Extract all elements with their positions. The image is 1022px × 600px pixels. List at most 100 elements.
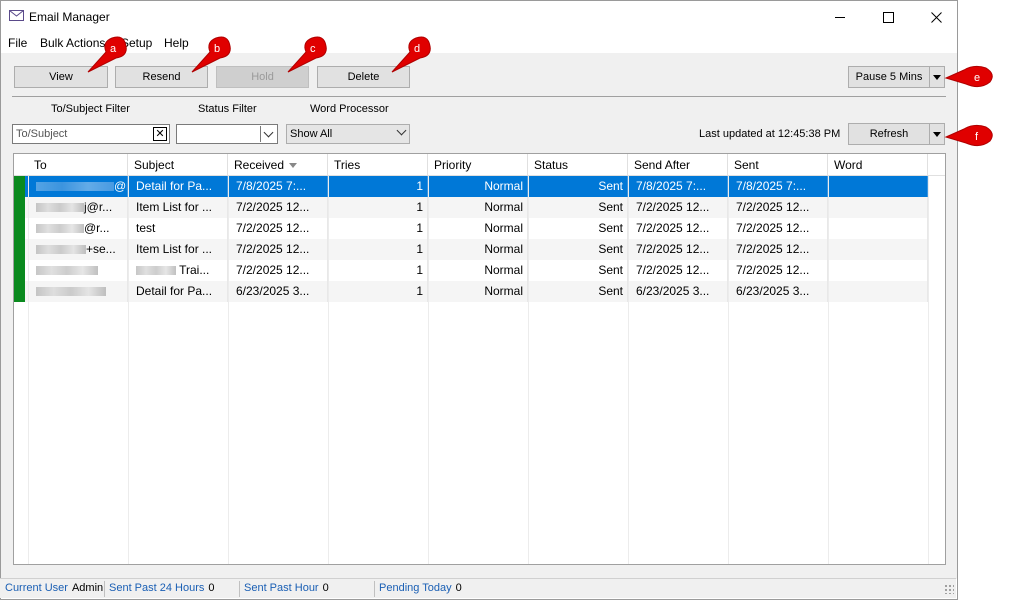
cell-priority: Normal xyxy=(428,218,528,239)
column-send-after[interactable]: Send After xyxy=(628,154,728,176)
row-status-marker xyxy=(14,176,25,197)
cell-priority: Normal xyxy=(428,239,528,260)
cell-received: 7/8/2025 7:... xyxy=(228,176,328,197)
cell-tries: 1 xyxy=(328,176,428,197)
subject-filter-input[interactable]: To/Subject xyxy=(12,124,170,144)
column-subject[interactable]: Subject xyxy=(128,154,228,176)
column-received[interactable]: Received xyxy=(228,154,328,176)
column-to[interactable]: To xyxy=(28,154,128,176)
refresh-dropdown-button[interactable] xyxy=(929,123,945,145)
cell-priority: Normal xyxy=(428,176,528,197)
svg-text:a: a xyxy=(110,43,117,55)
title-bar: Email Manager xyxy=(1,1,957,33)
cell-received: 7/2/2025 12... xyxy=(228,218,328,239)
column-status[interactable]: Status xyxy=(528,154,628,176)
column-tries[interactable]: Tries xyxy=(328,154,428,176)
column-priority[interactable]: Priority xyxy=(428,154,528,176)
status-filter-label: Status Filter xyxy=(198,103,257,115)
svg-text:c: c xyxy=(310,43,316,55)
cell-sent: 7/2/2025 12... xyxy=(728,260,828,281)
annotation-f: f xyxy=(944,117,1004,157)
minimize-button[interactable] xyxy=(817,1,863,33)
redacted-text xyxy=(36,203,84,213)
sort-desc-icon xyxy=(289,163,298,169)
annotation-d: d xyxy=(386,34,446,74)
cell-word xyxy=(828,260,928,281)
annotation-c: c xyxy=(282,34,342,74)
minimize-icon xyxy=(834,16,845,18)
column-sent[interactable]: Sent xyxy=(728,154,828,176)
current-user-status: Current User Admin xyxy=(5,582,104,594)
row-status-marker xyxy=(14,218,25,239)
cell-word xyxy=(828,239,928,260)
cell-word xyxy=(828,281,928,302)
chevron-down-icon xyxy=(933,131,941,137)
cell-status: Sent xyxy=(528,260,628,281)
cell-received: 7/2/2025 12... xyxy=(228,239,328,260)
word-processor-label: Word Processor xyxy=(310,103,389,115)
cell-to: @r... xyxy=(28,176,128,197)
cell-priority: Normal xyxy=(428,197,528,218)
sent-24h-status: Sent Past 24 Hours 0 xyxy=(109,582,215,594)
row-status-marker xyxy=(14,281,25,302)
cell-to: @r... xyxy=(28,218,128,239)
cell-sent: 6/23/2025 3... xyxy=(728,281,828,302)
cell-send-after: 7/8/2025 7:... xyxy=(628,176,728,197)
cell-status: Sent xyxy=(528,176,628,197)
menu-bar: File Bulk Actions Setup Help xyxy=(1,33,957,53)
cell-to xyxy=(28,260,128,281)
cell-send-after: 7/2/2025 12... xyxy=(628,260,728,281)
word-processor-select[interactable]: Show All xyxy=(286,124,410,144)
resize-grip-icon[interactable] xyxy=(944,584,954,594)
word-processor-value: Show All xyxy=(290,128,333,140)
cell-subject: Detail for Pa... xyxy=(128,176,228,197)
cell-word xyxy=(828,197,928,218)
cell-tries: 1 xyxy=(328,260,428,281)
cell-subject: Item List for ... xyxy=(128,239,228,260)
status-filter-select[interactable] xyxy=(176,124,278,144)
redacted-text xyxy=(36,266,98,276)
row-status-marker xyxy=(14,239,25,260)
menu-help[interactable]: Help xyxy=(164,36,189,50)
cell-tries: 1 xyxy=(328,239,428,260)
cell-received: 7/2/2025 12... xyxy=(228,197,328,218)
table-row[interactable]: j@r... Item List for ... 7/2/2025 12... 1 No… xyxy=(14,197,928,218)
last-updated-text: Last updated at 12:45:38 PM xyxy=(699,128,841,140)
svg-text:d: d xyxy=(414,43,420,55)
clear-filter-button[interactable]: ✕ xyxy=(153,127,167,141)
refresh-button[interactable]: Refresh xyxy=(848,123,930,145)
table-row[interactable]: @r... test 7/2/2025 12... 1 Normal Sent 7/2/20… xyxy=(14,218,928,239)
table-row[interactable]: Trai... 7/2/2025 12... 1 Normal Sent 7/2/2025… xyxy=(14,260,928,281)
cell-priority: Normal xyxy=(428,281,528,302)
table-row[interactable]: +se... Item List for ... 7/2/2025 12... 1 No… xyxy=(14,239,928,260)
grid-header: To Subject Received Tries Priority Statu… xyxy=(14,154,945,176)
redacted-text xyxy=(36,245,86,255)
annotation-a: a xyxy=(82,34,142,74)
table-row[interactable]: @r...Detail for Pa...7/8/2025 7:...1Norm… xyxy=(14,176,928,197)
row-status-marker xyxy=(14,260,25,281)
cell-subject: test xyxy=(128,218,228,239)
menu-file[interactable]: File xyxy=(8,36,27,50)
redacted-text xyxy=(36,287,106,297)
sent-hour-status: Sent Past Hour 0 xyxy=(244,582,329,594)
table-row[interactable]: Detail for Pa... 6/23/2025 3... 1 Normal Sen… xyxy=(14,281,928,302)
column-word[interactable]: Word xyxy=(828,154,928,176)
cell-status: Sent xyxy=(528,197,628,218)
cell-tries: 1 xyxy=(328,197,428,218)
close-button[interactable] xyxy=(913,1,959,33)
cell-send-after: 6/23/2025 3... xyxy=(628,281,728,302)
pause-button[interactable]: Pause 5 Mins xyxy=(848,66,930,88)
cell-sent: 7/2/2025 12... xyxy=(728,239,828,260)
cell-subject: Item List for ... xyxy=(128,197,228,218)
grid-scroll-area[interactable] xyxy=(928,176,945,564)
cell-send-after: 7/2/2025 12... xyxy=(628,218,728,239)
maximize-button[interactable] xyxy=(865,1,911,33)
window-title: Email Manager xyxy=(29,10,110,24)
subject-filter-label: To/Subject Filter xyxy=(51,103,130,115)
cell-tries: 1 xyxy=(328,281,428,302)
cell-received: 6/23/2025 3... xyxy=(228,281,328,302)
clear-icon: ✕ xyxy=(155,127,165,140)
pause-dropdown-button[interactable] xyxy=(929,66,945,88)
email-grid[interactable]: To Subject Received Tries Priority Statu… xyxy=(13,153,946,565)
maximize-icon xyxy=(882,11,894,23)
